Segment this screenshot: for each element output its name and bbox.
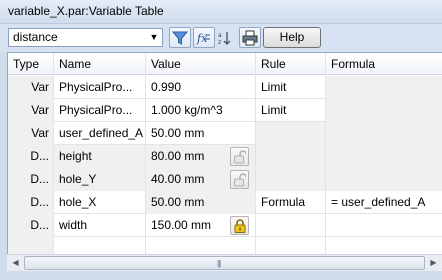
column-header-name[interactable]: Name: [54, 53, 146, 75]
scrollbar-thumb[interactable]: |||: [24, 256, 425, 270]
table-row[interactable]: D... width 150.00 mm: [8, 214, 442, 237]
column-header-value[interactable]: Value: [146, 53, 256, 75]
locked-padlock-icon: [234, 219, 246, 233]
svg-text:a: a: [218, 32, 222, 39]
cell-type: Var: [8, 76, 54, 99]
sort-button[interactable]: a z: [214, 27, 236, 48]
lock-toggle[interactable]: [230, 170, 249, 189]
cell-formula[interactable]: = user_defined_A: [326, 191, 442, 214]
cell-formula[interactable]: [326, 168, 442, 191]
cell-name[interactable]: PhysicalPro...: [54, 99, 146, 122]
lock-toggle[interactable]: [230, 216, 249, 235]
print-button[interactable]: [239, 27, 261, 48]
cell-value[interactable]: 50.00 mm: [146, 122, 256, 145]
cell-type: D...: [8, 214, 54, 237]
window-title: variable_X.par:Variable Table: [0, 0, 442, 24]
cell-formula[interactable]: [326, 99, 442, 122]
printer-icon: [242, 30, 258, 46]
funnel-icon: [172, 31, 188, 45]
scroll-left-icon[interactable]: ◀: [7, 255, 24, 271]
cell-rule[interactable]: Limit: [256, 99, 326, 122]
column-header-type[interactable]: Type: [8, 53, 54, 75]
cell-type: D...: [8, 168, 54, 191]
table-row[interactable]: D... hole_Y 40.00 mm: [8, 168, 442, 191]
variable-table: Type Name Value Rule Formula Var Physica…: [7, 52, 442, 280]
cell-rule[interactable]: [256, 122, 326, 145]
cell-type: D...: [8, 191, 54, 214]
cell-type: Var: [8, 99, 54, 122]
cell-value[interactable]: 50.00 mm: [146, 191, 256, 214]
horizontal-scrollbar[interactable]: ◀ ||| ▶: [7, 254, 442, 271]
cell-name[interactable]: PhysicalPro...: [54, 76, 146, 99]
unlocked-padlock-icon: [234, 150, 246, 164]
cell-value[interactable]: 0.990: [146, 76, 256, 99]
table-header: Type Name Value Rule Formula: [8, 53, 442, 75]
toolbar: distance ▼ fx a z Help: [0, 24, 442, 52]
svg-text:z: z: [218, 39, 221, 46]
help-button[interactable]: Help: [263, 27, 321, 48]
scroll-right-icon[interactable]: ▶: [425, 255, 442, 271]
grip-icon: |||: [217, 259, 221, 268]
table-row[interactable]: Var user_defined_A 50.00 mm: [8, 122, 442, 145]
filter-combo[interactable]: distance ▼: [8, 28, 163, 47]
cell-rule[interactable]: [256, 168, 326, 191]
cell-rule[interactable]: [256, 145, 326, 168]
unlocked-padlock-icon: [234, 173, 246, 187]
table-row[interactable]: D... height 80.00 mm: [8, 145, 442, 168]
table-row[interactable]: D... hole_X 50.00 mm Formula = user_defi…: [8, 191, 442, 214]
window-bottom-border: [0, 271, 442, 280]
cell-formula[interactable]: [326, 145, 442, 168]
cell-type: D...: [8, 145, 54, 168]
cell-name[interactable]: user_defined_A: [54, 122, 146, 145]
formula-fx-icon: fx: [196, 32, 210, 45]
cell-formula[interactable]: [326, 122, 442, 145]
cell-type: Var: [8, 122, 54, 145]
sort-az-icon: a z: [218, 32, 231, 46]
table-row[interactable]: Var PhysicalPro... 0.990 Limit: [8, 76, 442, 99]
column-header-rule[interactable]: Rule: [256, 53, 326, 75]
cell-rule[interactable]: [256, 214, 326, 237]
lock-toggle[interactable]: [230, 147, 249, 166]
chevron-down-icon[interactable]: ▼: [147, 29, 161, 46]
cell-value[interactable]: 1.000 kg/m^3: [146, 99, 256, 122]
formula-button[interactable]: fx: [193, 27, 215, 48]
cell-formula[interactable]: [326, 76, 442, 99]
cell-name[interactable]: width: [54, 214, 146, 237]
cell-formula[interactable]: [326, 214, 442, 237]
filter-combo-value: distance: [13, 30, 58, 44]
cell-rule[interactable]: Formula: [256, 191, 326, 214]
table-row[interactable]: Var PhysicalPro... 1.000 kg/m^3 Limit: [8, 99, 442, 122]
filter-button[interactable]: [169, 27, 191, 48]
cell-rule[interactable]: Limit: [256, 76, 326, 99]
cell-name[interactable]: height: [54, 145, 146, 168]
cell-name[interactable]: hole_Y: [54, 168, 146, 191]
column-header-formula[interactable]: Formula: [326, 53, 442, 75]
cell-name[interactable]: hole_X: [54, 191, 146, 214]
